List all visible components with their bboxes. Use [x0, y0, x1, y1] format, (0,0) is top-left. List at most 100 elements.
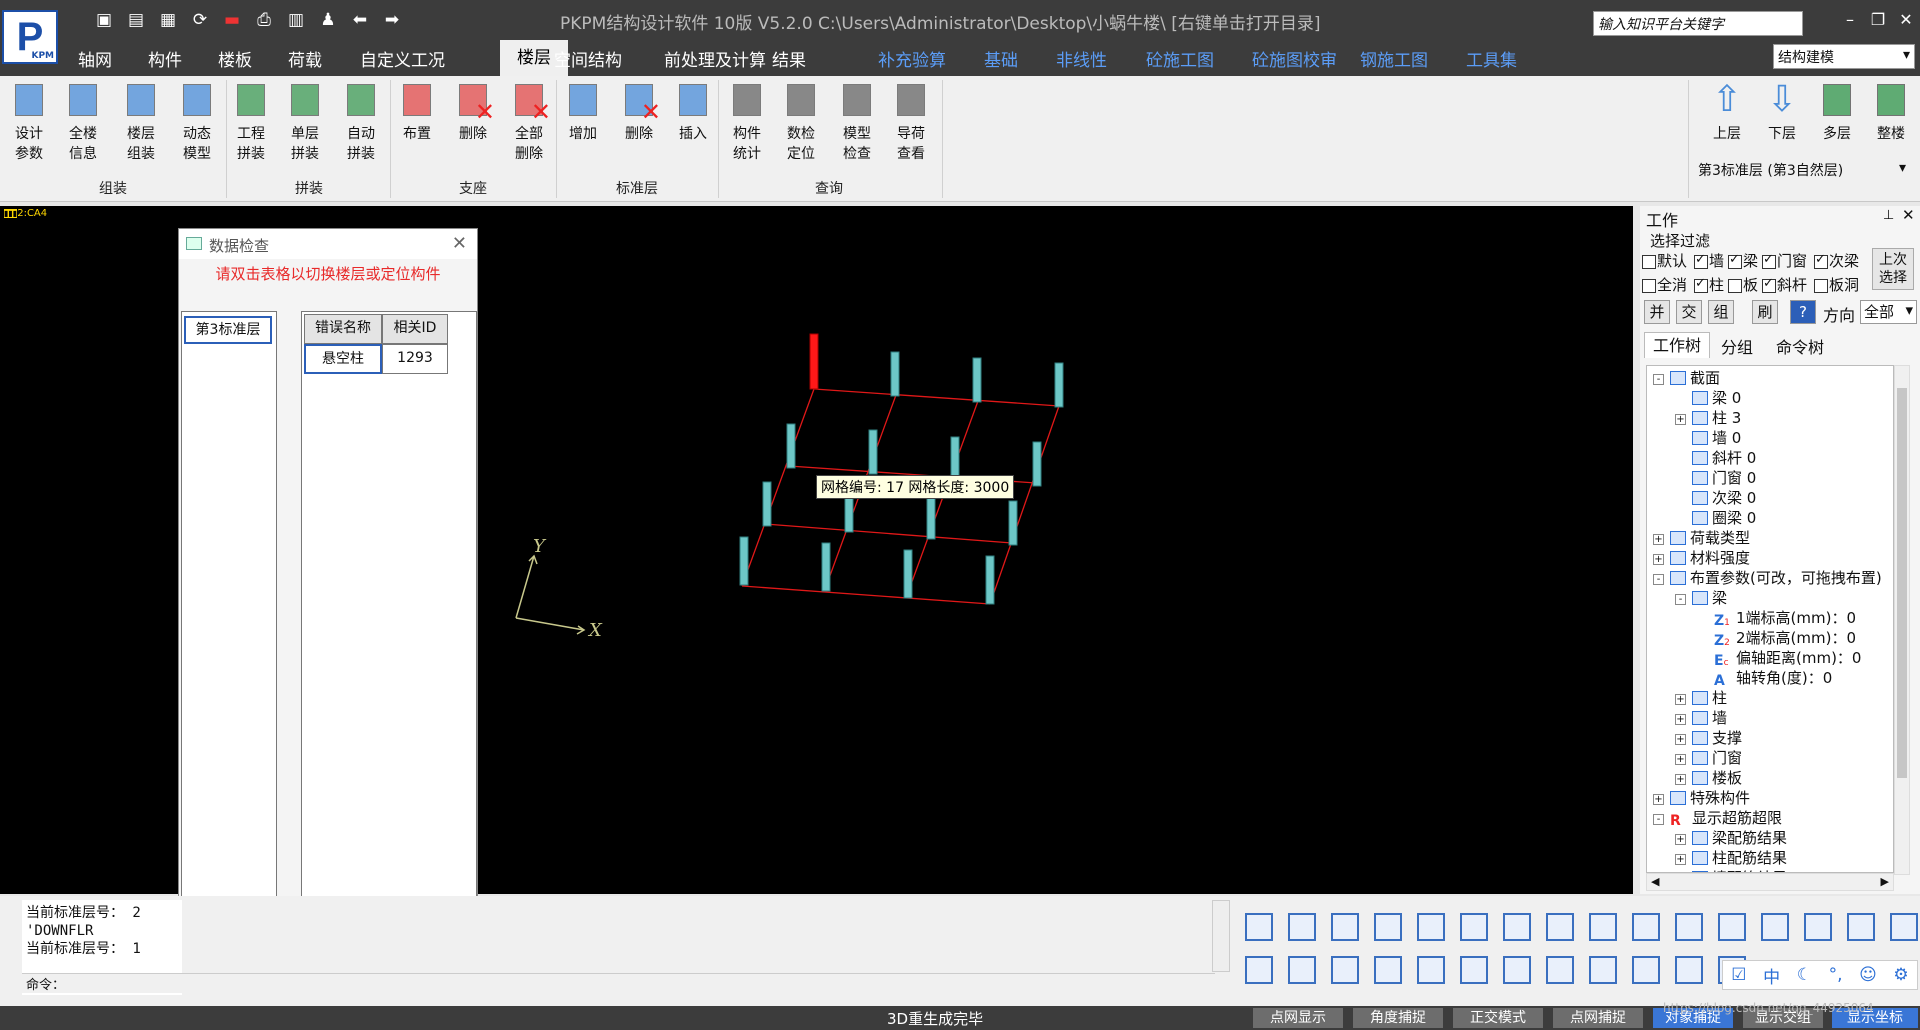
- fit-icon[interactable]: [1627, 908, 1665, 946]
- tree-node[interactable]: Z2 2端标高(mm)：0: [1697, 628, 1856, 649]
- filter-filters_row1-3[interactable]: 门窗: [1762, 250, 1807, 271]
- lamp-icon[interactable]: [1455, 908, 1493, 946]
- ime-moon-icon[interactable]: ☾: [1797, 965, 1812, 985]
- right-ribbon-button-1[interactable]: ⇩ 下层: [1755, 80, 1809, 144]
- magnify-icon[interactable]: [1455, 951, 1493, 989]
- dimension-icon[interactable]: [1670, 951, 1708, 989]
- tree-node[interactable]: 次梁 0: [1675, 488, 1756, 508]
- tab-9[interactable]: 补充验算: [878, 46, 946, 71]
- zoom-prev-icon[interactable]: [1498, 951, 1536, 989]
- tree-expander-icon[interactable]: +: [1653, 794, 1664, 805]
- union-button[interactable]: 并: [1644, 300, 1670, 324]
- ribbon-button-16[interactable]: 导荷 查看: [884, 80, 938, 164]
- zoom-window-icon[interactable]: [1584, 908, 1622, 946]
- ruler-icon[interactable]: [1885, 908, 1920, 946]
- ime-settings-icon[interactable]: ⚙: [1893, 965, 1908, 985]
- save-as-icon[interactable]: ▤: [125, 9, 147, 31]
- brush-button[interactable]: 刷: [1752, 300, 1778, 324]
- tab-14[interactable]: 钢施工图: [1360, 46, 1428, 71]
- close-icon[interactable]: ✕: [1894, 10, 1918, 32]
- panel-close-icon[interactable]: ✕: [1902, 206, 1915, 224]
- right-ribbon-button-2[interactable]: 多层: [1810, 80, 1864, 144]
- tab-6[interactable]: 空间结构: [554, 46, 622, 71]
- ribbon-button-2[interactable]: 楼层 组装: [114, 80, 168, 164]
- pkpm-logo[interactable]: P KPM: [2, 10, 58, 64]
- tab-group[interactable]: 分组: [1712, 334, 1762, 358]
- save-icon[interactable]: ▣: [93, 9, 115, 31]
- tab-4[interactable]: 自定义工况: [360, 46, 445, 71]
- minimize-icon[interactable]: –: [1838, 10, 1862, 32]
- filter-filters_row1-1[interactable]: 墙: [1694, 250, 1724, 271]
- mode-select[interactable]: 结构建模 ▾: [1773, 44, 1915, 69]
- tree-node[interactable]: + 柱 3: [1675, 408, 1741, 428]
- delete-layer-icon[interactable]: [1713, 908, 1751, 946]
- last-select-button[interactable]: 上次 选择: [1872, 248, 1914, 290]
- tree-expander-icon[interactable]: +: [1675, 774, 1686, 785]
- tree-node[interactable]: - 截面: [1653, 368, 1720, 388]
- table-header[interactable]: 相关ID: [382, 314, 448, 344]
- tree-node[interactable]: 门窗 0: [1675, 468, 1756, 488]
- tree-node[interactable]: + 材料强度: [1653, 548, 1750, 568]
- ribbon-button-9[interactable]: ✕ 全部 删除: [502, 80, 556, 164]
- filter-filters_row2-4[interactable]: 板洞: [1814, 274, 1859, 295]
- user-icon[interactable]: ♟: [317, 9, 339, 31]
- command-scrollbar[interactable]: [1212, 900, 1230, 972]
- status-toggle-3[interactable]: 点网捕捉: [1553, 1008, 1643, 1028]
- tree-node[interactable]: - R 显示超筋超限: [1653, 808, 1782, 829]
- undo-icon[interactable]: ⬅: [349, 9, 371, 31]
- checkbox-icon[interactable]: [1694, 252, 1708, 269]
- tree-expander-icon[interactable]: +: [1675, 734, 1686, 745]
- tree-expander-icon[interactable]: +: [1675, 754, 1686, 765]
- redo-icon[interactable]: ➡: [381, 9, 403, 31]
- filter-filters_row2-2[interactable]: 板: [1728, 274, 1758, 295]
- ribbon-button-14[interactable]: 数检 定位: [774, 80, 828, 164]
- floor-list-item[interactable]: 第3标准层: [184, 316, 272, 344]
- ribbon-button-10[interactable]: 增加: [556, 80, 610, 144]
- ribbon-button-4[interactable]: 工程 拼装: [224, 80, 278, 164]
- tree-node[interactable]: + 楼板: [1675, 768, 1742, 788]
- tree-node[interactable]: + 特殊构件: [1653, 788, 1750, 808]
- zoom-all-icon[interactable]: [1541, 951, 1579, 989]
- ribbon-button-15[interactable]: 模型 检查: [830, 80, 884, 164]
- restore-icon[interactable]: ❐: [1866, 10, 1890, 32]
- ime-checkbox-icon[interactable]: ☑: [1731, 965, 1746, 985]
- tree-expander-icon[interactable]: +: [1675, 694, 1686, 705]
- layer-off-icon[interactable]: [1670, 908, 1708, 946]
- tab-8[interactable]: 结果: [772, 46, 806, 71]
- tree-node[interactable]: + 柱配筋结果: [1675, 848, 1787, 868]
- group-button[interactable]: 组: [1708, 300, 1734, 324]
- tab-work-tree[interactable]: 工作树: [1644, 332, 1710, 358]
- tree-expander-icon[interactable]: +: [1675, 414, 1686, 425]
- pin-icon[interactable]: ⊥: [1883, 208, 1894, 223]
- tree-expander-icon[interactable]: -: [1653, 374, 1664, 385]
- tree-node[interactable]: 梁 0: [1675, 388, 1741, 408]
- tree-scrollbar[interactable]: [1894, 365, 1910, 875]
- ime-toolbar[interactable]: ☑ 中 ☾ °, ☺ ⚙: [1722, 960, 1918, 990]
- view-front-icon[interactable]: [1240, 908, 1278, 946]
- scroll-left-icon[interactable]: ◀: [1651, 875, 1659, 888]
- pointer-icon[interactable]: [1584, 951, 1622, 989]
- knowledge-search-input[interactable]: 输入知识平台关键字: [1593, 11, 1803, 36]
- ribbon-button-8[interactable]: ✕ 删除: [446, 80, 500, 144]
- ime-chinese-icon[interactable]: 中: [1763, 963, 1780, 988]
- tree-expander-icon[interactable]: -: [1675, 594, 1686, 605]
- scroll-right-icon[interactable]: ▶: [1881, 875, 1889, 888]
- checkbox-icon[interactable]: [1728, 252, 1742, 269]
- tree-expander-icon[interactable]: +: [1675, 714, 1686, 725]
- help-button[interactable]: ?: [1790, 300, 1816, 324]
- tab-10[interactable]: 基础: [984, 46, 1018, 71]
- filter-filters_row1-0[interactable]: 默认: [1642, 250, 1687, 271]
- grid-icon[interactable]: [1541, 908, 1579, 946]
- filter-filters_row1-2[interactable]: 梁: [1728, 250, 1758, 271]
- view-box-icon[interactable]: [1326, 908, 1364, 946]
- tab-13[interactable]: 砼施图校审: [1252, 46, 1337, 71]
- status-toggle-2[interactable]: 正交模式: [1453, 1008, 1543, 1028]
- tree-expander-icon[interactable]: +: [1653, 534, 1664, 545]
- view-iso-icon[interactable]: [1283, 908, 1321, 946]
- status-toggle-0[interactable]: 点网显示: [1253, 1008, 1343, 1028]
- story-select[interactable]: 第3标准层 (第3自然层) ▾: [1698, 160, 1910, 180]
- checkbox-icon[interactable]: [1642, 254, 1656, 269]
- tree-node[interactable]: + 梁配筋结果: [1675, 828, 1787, 848]
- status-toggle-1[interactable]: 角度捕捉: [1353, 1008, 1443, 1028]
- light-icon[interactable]: [1412, 908, 1450, 946]
